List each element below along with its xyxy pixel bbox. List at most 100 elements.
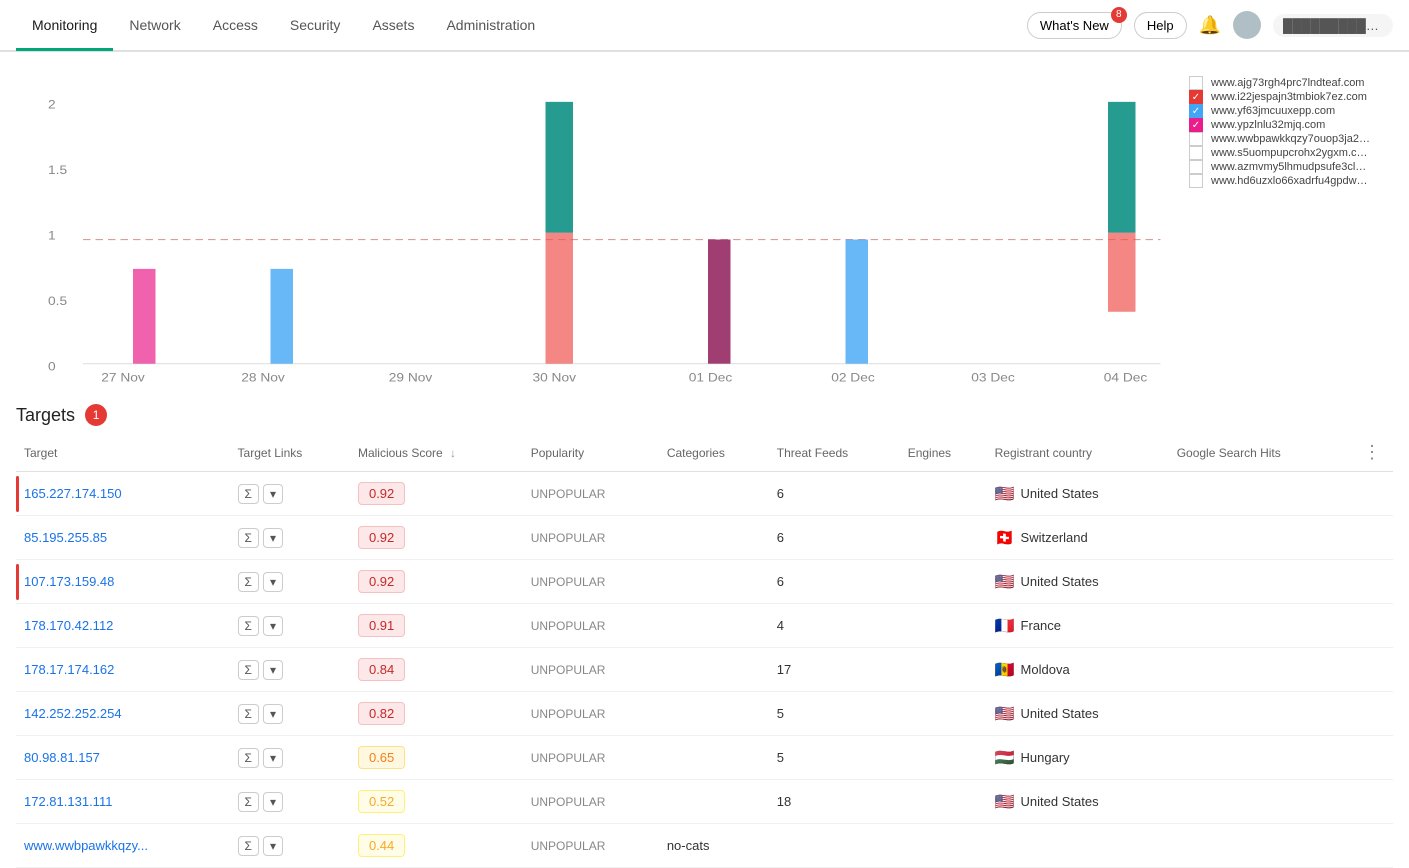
legend-checkbox[interactable] (1189, 132, 1203, 146)
col-target[interactable]: Target (20, 434, 234, 472)
nav-administration[interactable]: Administration (430, 0, 551, 50)
country-cell: 🇨🇭Switzerland (991, 516, 1173, 560)
arrow-button[interactable]: ▾ (263, 836, 283, 856)
country-name: United States (1021, 706, 1099, 721)
legend-checkbox[interactable] (1189, 160, 1203, 174)
sigma-button[interactable]: Σ (238, 572, 259, 592)
col-categories[interactable]: Categories (663, 434, 773, 472)
google-hits-cell (1173, 736, 1355, 780)
svg-text:01 Dec: 01 Dec (689, 370, 733, 384)
categories-cell (663, 516, 773, 560)
google-hits-cell (1173, 648, 1355, 692)
nav-monitoring[interactable]: Monitoring (16, 1, 113, 51)
col-popularity[interactable]: Popularity (527, 434, 663, 472)
col-target-links[interactable]: Target Links (234, 434, 354, 472)
bell-icon[interactable]: 🔔 (1199, 15, 1221, 36)
sigma-button[interactable]: Σ (238, 704, 259, 724)
legend-item[interactable]: www.azmvmy5lhmudpsufe3clq7wp.com (1189, 160, 1377, 174)
help-button[interactable]: Help (1134, 12, 1187, 39)
legend-checkbox[interactable] (1189, 174, 1203, 188)
sigma-button[interactable]: Σ (238, 660, 259, 680)
table-row: 107.173.159.48Σ▾0.92UNPOPULAR6🇺🇸United S… (16, 560, 1393, 604)
sigma-button[interactable]: Σ (238, 748, 259, 768)
nav-assets[interactable]: Assets (356, 0, 430, 50)
legend-label: www.ypzlnlu32mjq.com (1211, 119, 1325, 131)
indicator-bar (16, 520, 19, 556)
table-body: 165.227.174.150Σ▾0.92UNPOPULAR6🇺🇸United … (16, 472, 1393, 868)
score-badge: 0.92 (358, 570, 405, 593)
legend-checkbox[interactable] (1189, 76, 1203, 90)
google-hits-cell (1173, 780, 1355, 824)
user-name[interactable]: ████████████ (1273, 14, 1393, 37)
nav-security[interactable]: Security (274, 0, 357, 50)
arrow-button[interactable]: ▾ (263, 748, 283, 768)
indicator-bar (16, 476, 19, 512)
categories-cell (663, 736, 773, 780)
svg-text:04 Dec: 04 Dec (1104, 370, 1148, 384)
svg-text:29 Nov: 29 Nov (389, 370, 433, 384)
nav-network[interactable]: Network (113, 0, 196, 50)
engines-cell (904, 472, 991, 516)
score-badge: 0.44 (358, 834, 405, 857)
sigma-button[interactable]: Σ (238, 836, 259, 856)
whats-new-button[interactable]: What's New 8 (1027, 12, 1122, 39)
nav-access[interactable]: Access (197, 0, 274, 50)
legend-checkbox[interactable]: ✓ (1189, 90, 1203, 104)
target-links-cell: Σ▾ (234, 780, 354, 824)
targets-badge: 1 (85, 404, 107, 426)
score-badge: 0.65 (358, 746, 405, 769)
score-cell: 0.92 (354, 516, 527, 560)
indicator-bar (16, 696, 19, 732)
country-name: Hungary (1021, 750, 1070, 765)
arrow-button[interactable]: ▾ (263, 792, 283, 812)
table-row: 178.17.174.162Σ▾0.84UNPOPULAR17🇲🇩Moldova (16, 648, 1393, 692)
arrow-button[interactable]: ▾ (263, 484, 283, 504)
sigma-button[interactable]: Σ (238, 528, 259, 548)
svg-text:0: 0 (48, 359, 56, 373)
arrow-button[interactable]: ▾ (263, 704, 283, 724)
legend-item[interactable]: ✓ www.ypzlnlu32mjq.com (1189, 118, 1377, 132)
table-menu-icon[interactable]: ⋮ (1359, 442, 1385, 462)
table-row: 172.81.131.111Σ▾0.52UNPOPULAR18🇺🇸United … (16, 780, 1393, 824)
legend-item[interactable]: www.s5uompupcrohx2ygxm.com (1189, 146, 1377, 160)
arrow-button[interactable]: ▾ (263, 528, 283, 548)
targets-header: Targets 1 (16, 392, 1393, 434)
legend-checkbox[interactable]: ✓ (1189, 118, 1203, 132)
indicator-bar (16, 828, 19, 864)
flag-icon: 🇨🇭 (995, 528, 1015, 548)
target-links-cell: Σ▾ (234, 516, 354, 560)
col-threat-feeds[interactable]: Threat Feeds (773, 434, 904, 472)
sigma-button[interactable]: Σ (238, 484, 259, 504)
popularity-cell: UNPOPULAR (527, 560, 663, 604)
score-badge: 0.91 (358, 614, 405, 637)
col-malicious-score[interactable]: Malicious Score ↓ (354, 434, 527, 472)
table-row: 142.252.252.254Σ▾0.82UNPOPULAR5🇺🇸United … (16, 692, 1393, 736)
flag-icon: 🇫🇷 (995, 616, 1015, 636)
arrow-button[interactable]: ▾ (263, 616, 283, 636)
sigma-button[interactable]: Σ (238, 792, 259, 812)
svg-text:03 Dec: 03 Dec (971, 370, 1015, 384)
score-badge: 0.92 (358, 482, 405, 505)
categories-cell (663, 648, 773, 692)
svg-text:02 Dec: 02 Dec (831, 370, 875, 384)
legend-item[interactable]: www.hd6uzxlo66xadrfu4gpdw4tvn.com (1189, 174, 1377, 188)
legend-checkbox[interactable] (1189, 146, 1203, 160)
legend-checkbox[interactable]: ✓ (1189, 104, 1203, 118)
whats-new-badge: 8 (1111, 7, 1127, 23)
legend-item[interactable]: ✓www.i22jespajn3tmbiok7ez.com (1189, 90, 1377, 104)
score-cell: 0.84 (354, 648, 527, 692)
legend-item[interactable]: ✓www.yf63jmcuuxepp.com (1189, 104, 1377, 118)
row-menu-cell (1355, 648, 1393, 692)
target-cell: 172.81.131.111 (20, 780, 234, 824)
col-engines[interactable]: Engines (904, 434, 991, 472)
arrow-button[interactable]: ▾ (263, 660, 283, 680)
legend-item[interactable]: www.wwbpawkkqzy7ouop3ja2d.com (1189, 132, 1377, 146)
col-registrant-country[interactable]: Registrant country (991, 434, 1173, 472)
country-name: United States (1021, 794, 1099, 809)
threat-feeds-cell: 18 (773, 780, 904, 824)
sigma-button[interactable]: Σ (238, 616, 259, 636)
arrow-button[interactable]: ▾ (263, 572, 283, 592)
legend-item[interactable]: www.ajg73rgh4prc7lndteaf.com (1189, 76, 1377, 90)
flag-icon: 🇲🇩 (995, 660, 1015, 680)
col-google-hits[interactable]: Google Search Hits (1173, 434, 1355, 472)
